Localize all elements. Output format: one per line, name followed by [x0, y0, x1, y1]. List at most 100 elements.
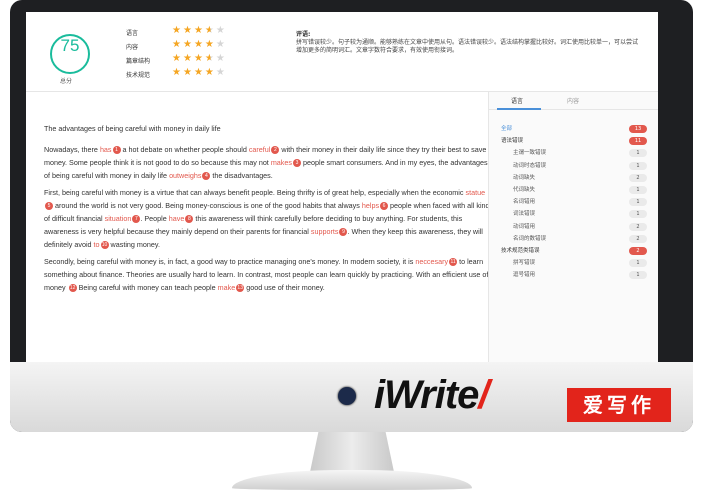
- dimension-label: 技术规范: [126, 72, 151, 79]
- error-count-badge: 1: [629, 271, 647, 280]
- error-badge[interactable]: 4: [202, 172, 211, 181]
- error-word[interactable]: neccesary: [415, 257, 448, 266]
- star-icon: ★: [215, 53, 227, 64]
- tab-language[interactable]: 语言: [511, 96, 523, 105]
- error-word[interactable]: helps: [362, 201, 379, 210]
- error-badge[interactable]: 9: [339, 228, 348, 237]
- error-category-label: 名词的数错误: [513, 235, 547, 242]
- error-count-badge: 1: [629, 210, 647, 219]
- star-icon: ★: [182, 67, 194, 78]
- star-icon: ★: [193, 53, 205, 64]
- brand-chinese-logo: 爱写作: [567, 388, 671, 422]
- star-icon: ★: [204, 67, 216, 78]
- error-badge[interactable]: 13: [236, 284, 245, 293]
- error-category-item[interactable]: 代词缺失 1: [513, 185, 657, 195]
- comment-text: 拼写错误较少。句子较为通顺。能够熟练在文章中使用从句。语法错误较少。语法结构掌握…: [296, 39, 639, 54]
- error-badge[interactable]: 12: [68, 284, 77, 293]
- error-badge[interactable]: 3: [292, 159, 301, 168]
- error-category-label: 代词缺失: [513, 187, 536, 193]
- error-category-label: 全部: [501, 126, 513, 132]
- error-category-item[interactable]: 拼写错误 1: [513, 258, 657, 268]
- error-count-badge: 2: [629, 173, 647, 182]
- error-word[interactable]: make: [218, 283, 236, 292]
- brand-logo: iWrite/: [374, 373, 490, 417]
- error-category-item[interactable]: 主谓一致错误 1: [513, 148, 657, 158]
- tab-content[interactable]: 内容: [567, 96, 579, 105]
- essay-title: The advantages of being careful with mon…: [44, 124, 221, 133]
- error-word[interactable]: supports: [311, 227, 339, 236]
- error-count-badge: 2: [629, 247, 647, 255]
- total-score: 75: [50, 34, 90, 74]
- error-count-badge: 1: [629, 149, 647, 158]
- power-button[interactable]: [338, 387, 356, 405]
- error-word[interactable]: have: [169, 214, 185, 223]
- error-count-badge: 11: [629, 137, 647, 146]
- error-word[interactable]: situation: [105, 214, 132, 223]
- error-word[interactable]: makes: [271, 158, 292, 167]
- error-badge[interactable]: 2: [271, 146, 280, 155]
- star-icon: ★: [193, 67, 205, 78]
- error-category-label: 名词错用: [513, 199, 536, 206]
- error-count-badge: 1: [629, 259, 647, 268]
- error-sidebar: 语言 内容 全部 13 语法错误 11 主谓一致错误 1 动词时态错误 1 动词缺失 2 代词缺失 1…: [488, 92, 658, 362]
- essay-body: Nowadays, there has 1 a hot debate on whe…: [44, 143, 494, 294]
- error-badge[interactable]: 5: [45, 202, 53, 211]
- error-badge[interactable]: 1: [112, 146, 121, 155]
- error-count-badge: 2: [629, 222, 647, 231]
- essay-paragraph: Nowadays, there has 1 a hot debate on whe…: [44, 145, 488, 181]
- rating-stars: ★★★★★: [172, 26, 227, 36]
- star-icon: ★: [215, 39, 227, 50]
- error-category-header[interactable]: 语法错误 11: [501, 136, 657, 146]
- rating-stars: ★★★★★: [172, 68, 227, 78]
- error-category-item[interactable]: 逗号错用 1: [513, 270, 657, 280]
- error-word[interactable]: outweighs: [169, 171, 201, 180]
- error-category-label: 动词错用: [513, 223, 536, 230]
- tab-bar: 语言 内容: [489, 92, 658, 110]
- active-tab-indicator: [497, 108, 541, 110]
- stand-neck: [310, 432, 394, 472]
- error-badge[interactable]: 7: [132, 215, 141, 224]
- error-badge[interactable]: 6: [380, 202, 389, 211]
- error-category-item[interactable]: 词法错误 1: [513, 209, 657, 219]
- error-category-label: 拼写错误: [513, 260, 536, 267]
- error-count-badge: 1: [629, 161, 647, 170]
- error-badge[interactable]: 11: [449, 258, 458, 267]
- screen: 75 总分 语言 ★★★★★ 内容 ★★★★★ 篇章结构 ★★★★★ 技术规范 …: [26, 12, 658, 362]
- error-count-badge: 1: [629, 198, 647, 207]
- error-word[interactable]: careful: [249, 145, 271, 154]
- star-icon: ★: [172, 39, 183, 50]
- error-category-item[interactable]: 名词错用 1: [513, 197, 657, 207]
- star-icon: ★: [204, 53, 216, 64]
- error-word[interactable]: statue: [466, 188, 486, 197]
- error-category-label: 动词缺失: [513, 174, 536, 181]
- error-category-header[interactable]: 全部 13: [501, 124, 657, 134]
- star-icon: ★: [204, 25, 216, 36]
- star-icon: ★: [182, 53, 194, 64]
- star-icon: ★: [204, 39, 216, 50]
- star-icon: ★: [215, 67, 227, 78]
- error-category-label: 主谓一致错误: [513, 150, 547, 157]
- error-badge[interactable]: 10: [100, 241, 109, 250]
- error-category-item[interactable]: 名词的数错误 2: [513, 234, 657, 244]
- error-badge[interactable]: 8: [185, 215, 194, 224]
- error-category-label: 语法错误: [501, 138, 524, 145]
- essay-paragraph: Secondly, being careful with money is, i…: [44, 257, 489, 293]
- score-panel: 75 总分 语言 ★★★★★ 内容 ★★★★★ 篇章结构 ★★★★★ 技术规范 …: [26, 12, 658, 92]
- dimension-label: 语言: [126, 30, 139, 37]
- rating-stars: ★★★★★: [172, 54, 227, 64]
- error-word[interactable]: has: [100, 145, 112, 154]
- error-category-label: 词法错误: [513, 211, 536, 218]
- essay-paragraph: First, being careful with money is a vir…: [44, 188, 494, 250]
- star-icon: ★: [193, 25, 205, 36]
- error-word[interactable]: to: [94, 240, 100, 249]
- error-count-badge: 2: [629, 234, 647, 243]
- error-count-badge: 1: [629, 186, 647, 194]
- stand-base: [232, 470, 472, 490]
- comment-title: 评语:: [296, 31, 311, 38]
- total-score-label: 总分: [60, 78, 73, 85]
- star-icon: ★: [172, 25, 183, 36]
- error-category-item[interactable]: 动词时态错误 1: [513, 161, 657, 171]
- error-category-item[interactable]: 动词错用 2: [513, 222, 657, 232]
- error-category-header[interactable]: 技术规范类错误 2: [501, 246, 657, 256]
- error-category-item[interactable]: 动词缺失 2: [513, 173, 657, 183]
